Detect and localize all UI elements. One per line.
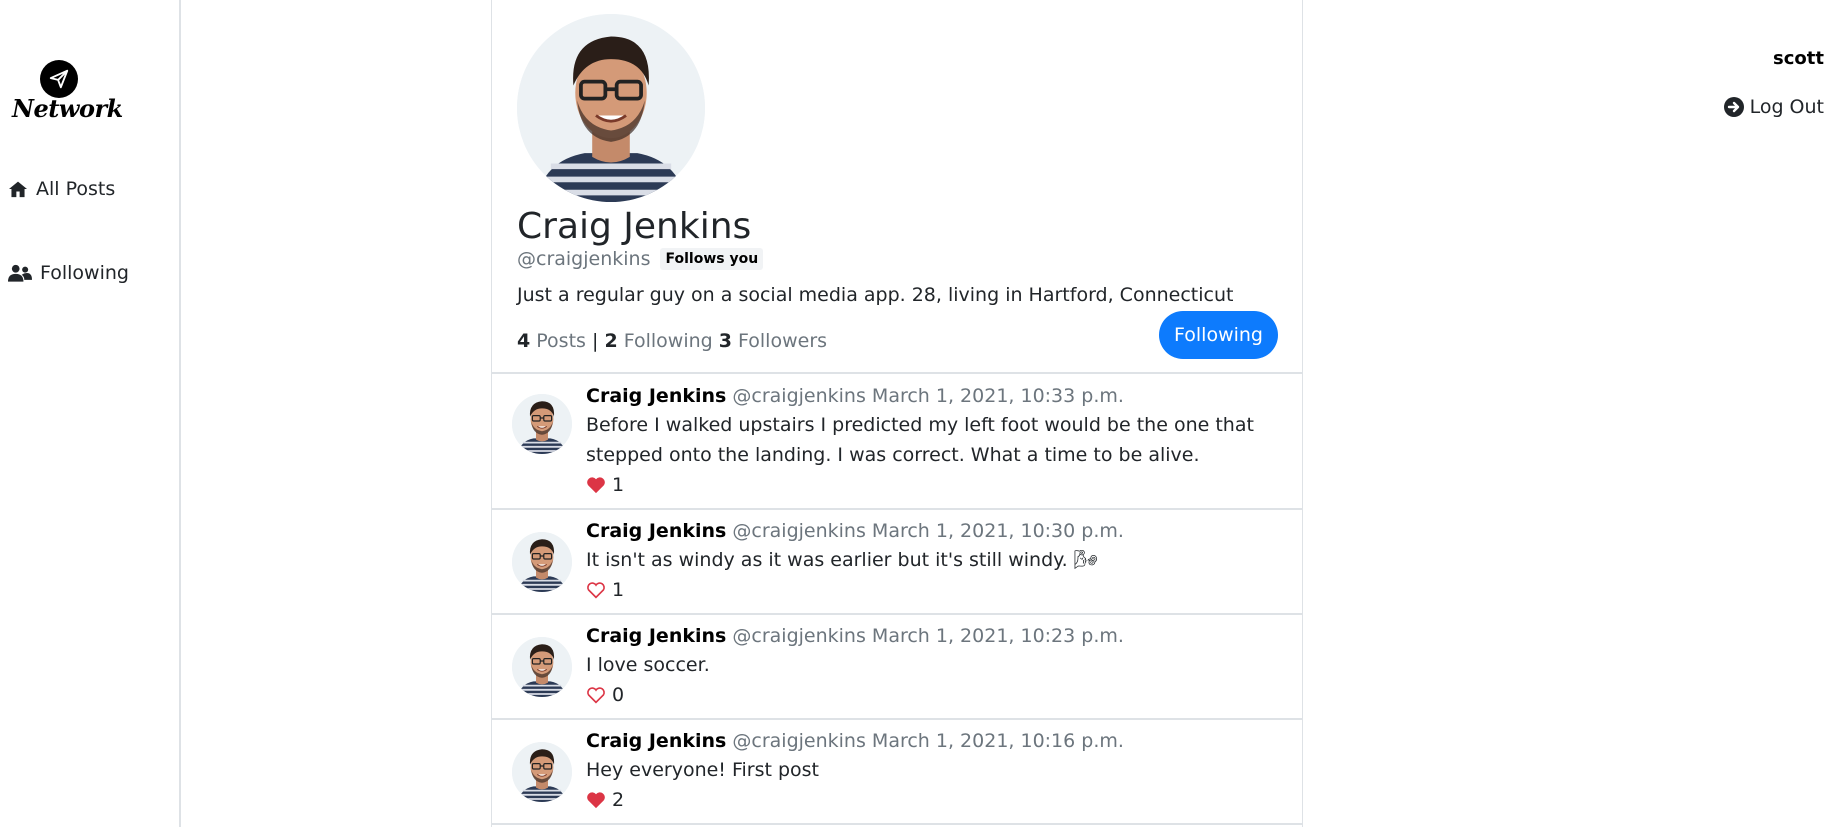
profile-handle-row: @craigjenkins Follows you (517, 248, 764, 270)
post-author[interactable]: Craig Jenkins (586, 730, 726, 752)
profile-card: Craig Jenkins @craigjenkins Follows you … (492, 0, 1302, 374)
post-author[interactable]: Craig Jenkins (586, 520, 726, 542)
heart-filled-icon[interactable] (586, 476, 606, 494)
nav-following[interactable]: Following (8, 258, 129, 288)
nav-all-posts-label: All Posts (36, 178, 116, 200)
followers-count: 3 (718, 330, 732, 352)
post-likes: 0 (586, 680, 1290, 710)
post-meta: Craig Jenkins @craigjenkins March 1, 202… (586, 727, 1290, 755)
post-timestamp: March 1, 2021, 10:23 p.m. (871, 625, 1124, 647)
current-username: scott (1773, 48, 1824, 69)
post-text: Before I walked upstairs I predicted my … (586, 414, 1254, 466)
main-column: Craig Jenkins @craigjenkins Follows you … (491, 0, 1303, 827)
post-likes: 1 (586, 575, 1290, 605)
home-icon (9, 181, 27, 198)
following-label: Following (623, 330, 713, 352)
profile-name: Craig Jenkins (517, 206, 752, 247)
profile-bio: Just a regular guy on a social media app… (517, 284, 1234, 306)
post-body: Craig Jenkins @craigjenkins March 1, 202… (586, 382, 1290, 500)
like-count: 1 (612, 579, 625, 601)
post-text: Hey everyone! First post (586, 759, 820, 781)
nav-following-label: Following (40, 262, 129, 284)
post-item: Craig Jenkins @craigjenkins March 1, 202… (492, 510, 1302, 615)
posts-count: 4 (517, 330, 531, 352)
post-avatar[interactable] (512, 742, 572, 802)
arrow-right-circle-icon (1723, 97, 1744, 117)
post-timestamp: March 1, 2021, 10:33 p.m. (871, 385, 1124, 407)
like-count: 2 (612, 789, 625, 811)
sidebar: Network All Posts Following (0, 0, 181, 827)
profile-stats: 4 Posts | 2 Following 3 Followers (517, 330, 827, 352)
heart-filled-icon[interactable] (586, 791, 606, 809)
post-author[interactable]: Craig Jenkins (586, 385, 726, 407)
post-likes: 2 (586, 785, 1290, 815)
logo-text: Network (12, 94, 123, 123)
post-avatar[interactable] (512, 394, 572, 454)
stats-separator: | (591, 330, 599, 352)
following-button[interactable]: Following (1159, 311, 1278, 359)
following-count: 2 (604, 330, 618, 352)
post-body: Craig Jenkins @craigjenkins March 1, 202… (586, 622, 1290, 710)
post-handle[interactable]: @craigjenkins (732, 385, 865, 407)
post-handle[interactable]: @craigjenkins (732, 520, 865, 542)
users-icon (8, 264, 32, 282)
post-item: Craig Jenkins @craigjenkins March 1, 202… (492, 615, 1302, 720)
like-count: 1 (612, 474, 625, 496)
post-handle[interactable]: @craigjenkins (732, 625, 865, 647)
followers-label: Followers (738, 330, 828, 352)
nav-all-posts[interactable]: All Posts (8, 174, 115, 204)
post-likes: 1 (586, 470, 1290, 500)
post-text: I love soccer. (586, 654, 710, 676)
like-count: 0 (612, 684, 625, 706)
profile-avatar (517, 14, 705, 202)
post-meta: Craig Jenkins @craigjenkins March 1, 202… (586, 622, 1290, 650)
posts-label: Posts (536, 330, 586, 352)
post-meta: Craig Jenkins @craigjenkins March 1, 202… (586, 382, 1290, 410)
post-item: Craig Jenkins @craigjenkins March 1, 202… (492, 374, 1302, 510)
post-avatar[interactable] (512, 637, 572, 697)
follows-you-badge: Follows you (660, 248, 764, 270)
logout-link[interactable]: Log Out (1723, 96, 1824, 118)
post-author[interactable]: Craig Jenkins (586, 625, 726, 647)
post-body: Craig Jenkins @craigjenkins March 1, 202… (586, 517, 1290, 605)
profile-handle: @craigjenkins (517, 248, 651, 270)
heart-outline-icon[interactable] (586, 686, 606, 704)
post-timestamp: March 1, 2021, 10:30 p.m. (871, 520, 1124, 542)
paper-plane-icon (40, 60, 78, 98)
post-text: It isn't as windy as it was earlier but … (586, 549, 1098, 571)
network-logo[interactable]: Network (12, 60, 123, 126)
post-item: Craig Jenkins @craigjenkins March 1, 202… (492, 720, 1302, 825)
post-body: Craig Jenkins @craigjenkins March 1, 202… (586, 727, 1290, 815)
post-meta: Craig Jenkins @craigjenkins March 1, 202… (586, 517, 1290, 545)
logout-label: Log Out (1749, 96, 1824, 118)
post-timestamp: March 1, 2021, 10:16 p.m. (871, 730, 1124, 752)
post-avatar[interactable] (512, 532, 572, 592)
heart-outline-icon[interactable] (586, 581, 606, 599)
post-handle[interactable]: @craigjenkins (732, 730, 865, 752)
